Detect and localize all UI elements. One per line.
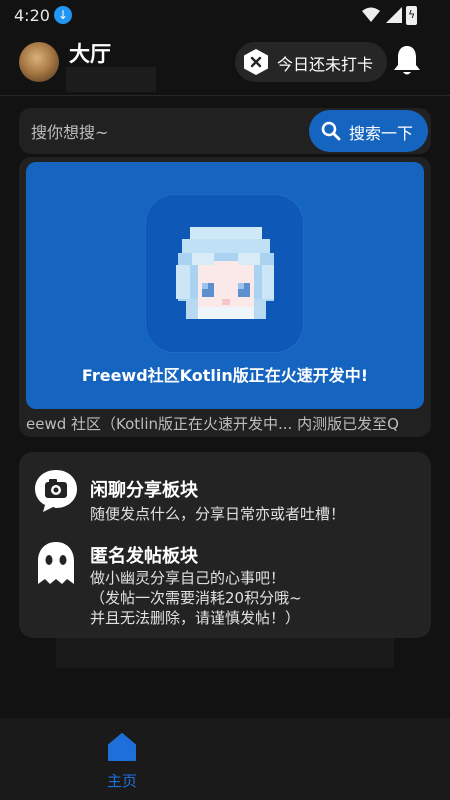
wifi-icon — [362, 7, 380, 22]
search-input[interactable] — [29, 116, 313, 148]
page-title: 大厅 — [69, 42, 111, 66]
board-anonymous[interactable]: 匿名发帖板块 做小幽灵分享自己的心事吧！ （发帖一次需要消耗20积分哦~ 并且无… — [19, 536, 431, 632]
board-description: 做小幽灵分享自己的心事吧！ （发帖一次需要消耗20积分哦~ 并且无法删除，请谨慎… — [90, 569, 302, 627]
status-time: 4:20 — [14, 6, 50, 25]
checkin-label: 今日还未打卡 — [277, 55, 374, 74]
announcement-marquee[interactable]: eewd 社区（Kotlin版正在火速开发中... 内测版已发至Q — [26, 413, 424, 435]
checkin-button[interactable]: 今日还未打卡 — [235, 42, 387, 82]
avatar[interactable] — [19, 42, 59, 82]
user-subtitle-placeholder — [66, 67, 156, 92]
search-icon — [321, 121, 341, 141]
board-description: 随便发点什么，分享日常亦或者吐槽！ — [90, 505, 346, 523]
header-divider — [0, 95, 450, 96]
bell-icon[interactable] — [392, 44, 422, 78]
board-chat-share[interactable]: 闲聊分享板块 随便发点什么，分享日常亦或者吐槽！ — [19, 462, 431, 530]
search-button-label: 搜索一下 — [349, 124, 414, 143]
search-button[interactable]: 搜索一下 — [309, 110, 428, 152]
nav-item-home[interactable]: 主页 — [96, 730, 148, 792]
app-logo-icon — [146, 195, 303, 352]
battery-charging-icon: ϟ — [406, 6, 417, 25]
boards-card: 闲聊分享板块 随便发点什么，分享日常亦或者吐槽！ 匿名发帖板块 做小幽灵分享自己… — [19, 452, 431, 638]
banner-caption: Freewd社区Kotlin版正在火速开发中! — [81, 366, 369, 385]
boards-shadow-panel — [56, 635, 394, 668]
board-title: 匿名发帖板块 — [90, 546, 198, 567]
signal-icon — [386, 7, 402, 23]
nav-home-label: 主页 — [106, 772, 137, 790]
pixel-character-icon — [176, 227, 274, 319]
status-bar: 4:20 ↓ ϟ — [0, 0, 450, 32]
banner[interactable]: Freewd社区Kotlin版正在火速开发中! — [26, 162, 424, 409]
close-hexagon-icon — [244, 49, 268, 75]
board-title: 闲聊分享板块 — [90, 480, 198, 501]
bottom-nav — [0, 718, 450, 800]
ghost-icon — [38, 542, 74, 584]
download-icon: ↓ — [54, 6, 72, 24]
home-icon — [108, 733, 136, 761]
chat-camera-icon — [35, 470, 77, 512]
